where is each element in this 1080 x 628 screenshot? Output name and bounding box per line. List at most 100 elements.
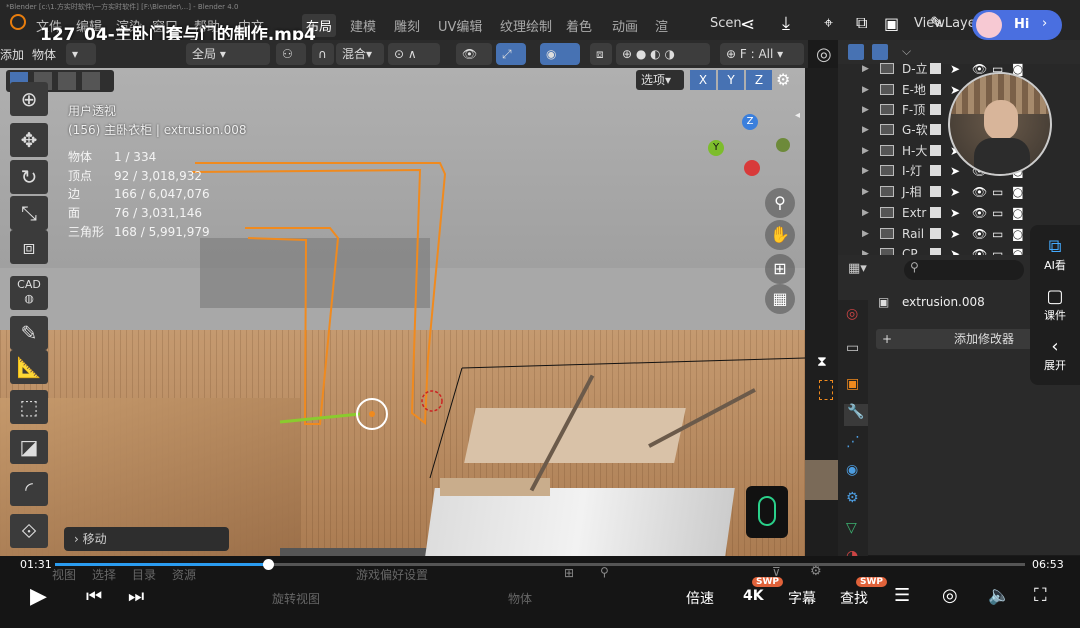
cursor-tool-icon[interactable]: ⊕ [10, 82, 48, 116]
modifier-wrench-icon[interactable]: 🔧 [844, 404, 868, 426]
cad-tool-button[interactable]: CAD ◍ [10, 276, 48, 310]
expand-arrow-icon[interactable]: ▶ [862, 182, 869, 202]
checkbox-icon[interactable] [930, 145, 941, 156]
previous-icon[interactable]: ⏮ [86, 586, 102, 607]
extrude-tool-icon[interactable]: ◪ [10, 430, 48, 464]
snap-icon[interactable]: ∩ [312, 43, 334, 65]
share-icon[interactable]: ⋖ [740, 14, 755, 35]
quality-button[interactable]: 4K [743, 588, 764, 604]
render-camera-icon[interactable]: ◙ [1012, 203, 1024, 223]
measure-tool-icon[interactable]: 📐 [10, 350, 48, 384]
blender-logo-icon[interactable] [10, 14, 26, 30]
checkbox-icon[interactable] [930, 186, 941, 197]
add-menu[interactable]: 添加 [0, 46, 24, 63]
outliner-row[interactable]: ▶ J-相 ➤ 👁 ▭ ◙ [862, 182, 1062, 202]
gizmo-neg-y[interactable] [776, 138, 790, 152]
gizmo-x-axis[interactable] [744, 160, 760, 176]
pan-hand-icon[interactable]: ✋ [765, 220, 795, 250]
transform-tool-icon[interactable]: ⧈ [10, 230, 48, 264]
shading-modes[interactable]: ⊕ ● ◐ ◑ [616, 43, 710, 65]
checkbox-icon[interactable] [930, 104, 941, 115]
outliner-filter-icon[interactable] [872, 44, 888, 60]
transform-orientation-dropdown[interactable]: 全局 ▾ [186, 43, 270, 65]
tab-uv[interactable]: UV编辑 [438, 16, 482, 35]
checkbox-icon[interactable] [930, 84, 941, 95]
fullscreen-toggle-icon[interactable]: ⛶ [1034, 585, 1047, 606]
xray-icon[interactable]: ⧈ [590, 43, 612, 65]
fullscreen-icon[interactable]: ⧉ [856, 13, 867, 33]
proportional-edit-icon[interactable]: ⊙ ∧ [388, 43, 440, 65]
select-arrow-icon[interactable]: ➤ [950, 182, 960, 202]
grid-view-icon[interactable]: ▦ [765, 284, 795, 314]
volume-icon[interactable]: 🔈 [988, 585, 1010, 606]
select-arrow-icon[interactable]: ➤ [950, 203, 960, 223]
gear-icon[interactable]: ⚙ [776, 70, 790, 89]
scale-tool-icon[interactable]: ⤡ [10, 196, 48, 230]
scene-tab-icon[interactable]: ◎ [846, 306, 858, 322]
expand-arrow-icon[interactable]: ▶ [862, 224, 869, 244]
expand-arrow-icon[interactable]: ▶ [862, 80, 869, 100]
collapse-icon[interactable]: ◂ [795, 110, 800, 121]
tab-modeling[interactable]: 建模 [350, 16, 376, 35]
transform-cursor-icon[interactable]: ⟐ [10, 514, 48, 548]
eye-icon[interactable]: 👁 [972, 203, 987, 223]
mirror-z-button[interactable]: Z [746, 70, 772, 90]
add-cube-tool-icon[interactable]: ⬚ [10, 390, 48, 424]
download-icon[interactable]: ⤓ [782, 13, 790, 34]
select-subtract-icon[interactable] [58, 72, 76, 90]
options-dropdown[interactable]: 选项▾ [636, 70, 684, 90]
expand-arrow-icon[interactable]: ▶ [862, 161, 869, 181]
select-arrow-icon[interactable]: ➤ [950, 161, 960, 181]
gizmo-toggle-icon[interactable]: ⤢ [496, 43, 526, 65]
world-tab-icon[interactable]: ▭ [846, 340, 859, 356]
last-operation-panel[interactable]: › 移动 [64, 527, 229, 551]
tab-animation[interactable]: 动画 [612, 16, 638, 35]
subtitle-button[interactable]: 字幕 [788, 588, 816, 608]
rotate-tool-icon[interactable]: ↻ [10, 160, 48, 194]
outliner-editor-icon[interactable]: ◎ [816, 44, 832, 65]
checkbox-icon[interactable] [930, 63, 941, 74]
tab-sculpt[interactable]: 雕刻 [394, 16, 420, 35]
ai-watch-button[interactable]: ⧉ AI看 [1030, 236, 1080, 273]
move-tool-icon[interactable]: ✥ [10, 123, 48, 157]
data-tab-icon[interactable]: ▽ [846, 520, 857, 536]
scene-selector[interactable]: Scen [710, 16, 742, 31]
camera-icon[interactable]: ⊞ [765, 254, 795, 284]
snap-mode-dropdown[interactable]: 混合▾ [336, 43, 384, 65]
keyframe-icon[interactable] [819, 380, 833, 400]
eye-icon[interactable]: 👁 [972, 182, 987, 202]
expand-arrow-icon[interactable]: ▶ [862, 59, 869, 79]
outliner-display-icon[interactable] [848, 44, 864, 60]
render-camera-icon[interactable]: ◙ [1012, 182, 1024, 202]
properties-type-icon[interactable]: ▦▾ [848, 261, 870, 279]
checkbox-icon[interactable] [930, 228, 941, 239]
monitor-icon[interactable]: ▭ [992, 182, 1003, 202]
expand-arrow-icon[interactable]: ▶ [862, 141, 869, 161]
pin-icon[interactable]: ⌖ [824, 13, 833, 33]
gizmo-y-axis[interactable]: Y [708, 140, 724, 156]
play-icon[interactable]: ▶ [30, 584, 47, 609]
monitor-icon[interactable]: ▭ [992, 203, 1003, 223]
object-menu[interactable]: 物体 [32, 46, 56, 63]
expand-arrow-icon[interactable]: ▶ [862, 100, 869, 120]
tab-texture-paint[interactable]: 纹理绘制 [500, 16, 552, 35]
search-button[interactable]: 查找 [840, 588, 868, 608]
outliner-search-icon[interactable]: ⌵ [902, 44, 911, 59]
progress-knob[interactable] [263, 559, 274, 570]
visibility-icon[interactable]: 👁 [456, 43, 492, 65]
tab-shading[interactable]: 着色 [566, 16, 592, 35]
annotate-tool-icon[interactable]: ✎ [10, 316, 48, 350]
courseware-button[interactable]: ▢ 课件 [1030, 286, 1080, 323]
mirror-y-button[interactable]: Y [718, 70, 744, 90]
zoom-icon[interactable]: ⚲ [765, 188, 795, 218]
gizmo-z-axis[interactable]: Z [742, 114, 758, 130]
constraints-tab-icon[interactable]: ⚙ [846, 490, 859, 506]
expand-button[interactable]: ‹ 展开 [1030, 336, 1080, 373]
danmaku-icon[interactable]: ◎ [942, 585, 958, 606]
pivot-icon[interactable]: ⚇ [276, 43, 306, 65]
render-camera-icon[interactable]: ◙ [1012, 224, 1024, 244]
snap-filter-dropdown[interactable]: ⊕ F : All ▾ [720, 43, 804, 65]
checkbox-icon[interactable] [930, 165, 941, 176]
properties-search-input[interactable]: ⚲ [904, 260, 1024, 280]
particles-tab-icon[interactable]: ⋰ [846, 434, 860, 450]
